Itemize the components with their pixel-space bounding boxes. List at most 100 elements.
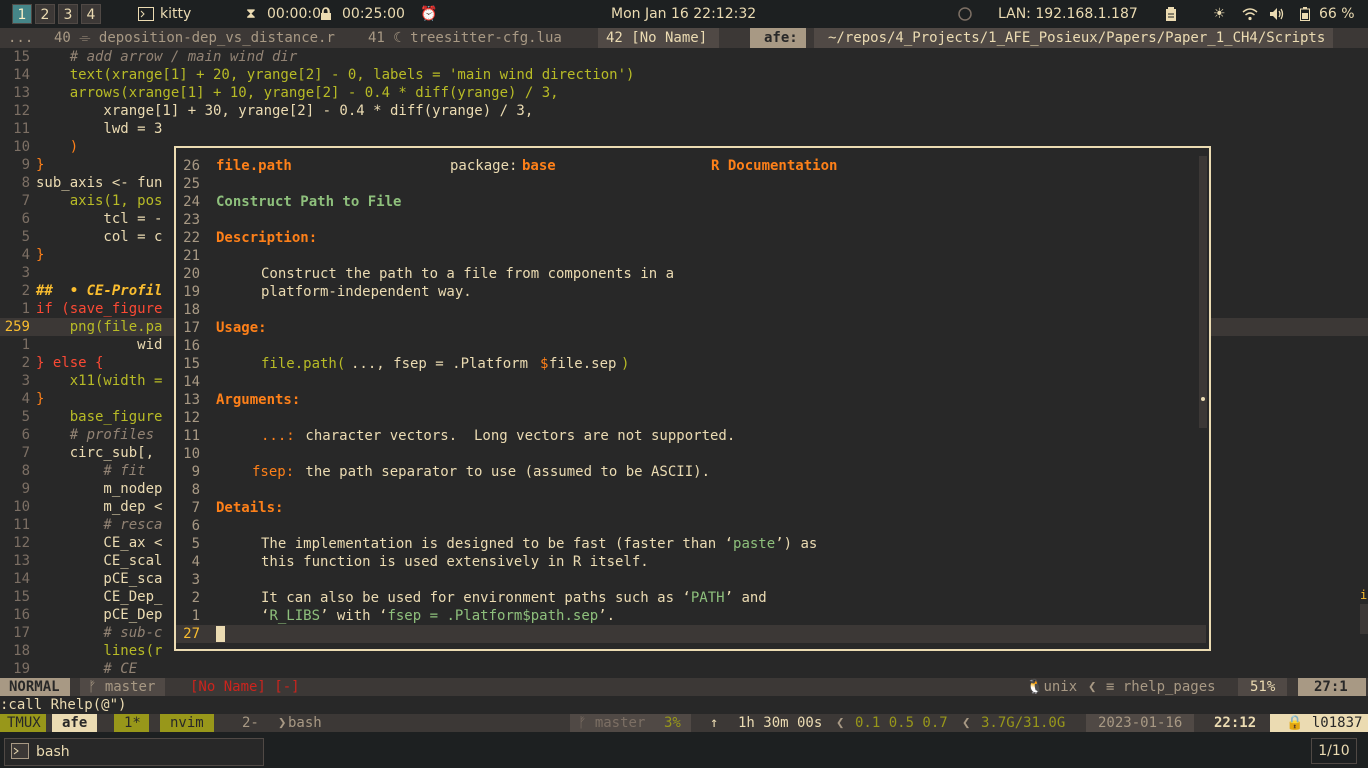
popup-line-number: 7 xyxy=(191,500,200,516)
popup-line-number: 10 xyxy=(183,446,200,462)
volume-icon[interactable] xyxy=(1269,0,1285,28)
line-number: 15 xyxy=(13,49,30,65)
workspace-1[interactable]: 1 xyxy=(12,4,32,24)
tabline-overflow[interactable]: ... xyxy=(8,28,33,48)
code-line: circ_sub[, xyxy=(36,445,155,461)
arg-desc: character vectors. Long vectors are not … xyxy=(297,428,736,444)
tmux-date: 2023-01-16 xyxy=(1086,714,1195,732)
popup-scrollbar[interactable] xyxy=(1199,156,1207,428)
code-line: m_dep < xyxy=(36,499,163,515)
terminal-icon xyxy=(138,0,154,28)
code-line: lines(r xyxy=(36,643,163,659)
line-number: 10 xyxy=(13,139,30,155)
tab-treesitter[interactable]: 41 ☾ treesitter-cfg.lua xyxy=(368,28,562,48)
battery-percent: 66 % xyxy=(1319,6,1355,22)
brightness-icon[interactable]: ☀ xyxy=(1213,0,1226,28)
line-number: 19 xyxy=(13,661,30,677)
top-bar: 1 2 3 4 kitty ⧗ 00:00:00 00:25:00 ⏰ Mon … xyxy=(0,0,1368,28)
popup-scroll-thumb[interactable] xyxy=(1201,397,1205,401)
scroll-percent: 51% xyxy=(1238,678,1288,696)
code-line: ## • CE-Profil xyxy=(36,283,163,299)
code-line: # fit xyxy=(36,463,146,479)
usage-args: ..., fsep = .Platform xyxy=(351,356,529,372)
file-type: ≡ rhelp_pages xyxy=(1106,679,1216,695)
popup-line-number: 26 xyxy=(183,158,200,174)
current-line-number: 259 xyxy=(4,319,30,335)
tmux-uptime: 1h 30m 00s xyxy=(738,715,823,731)
workspace-4[interactable]: 4 xyxy=(81,4,101,24)
popup-line-number: 6 xyxy=(191,518,200,534)
arg-name: ...: xyxy=(261,428,295,444)
code-line: axis(1, pos xyxy=(36,193,163,209)
edge-scrollbar[interactable] xyxy=(1360,604,1368,634)
code-line-current: png(file.pa xyxy=(36,319,163,335)
tmux-window-1-index[interactable]: 1* xyxy=(114,714,149,732)
command-line[interactable]: :call Rhelp(@") xyxy=(0,696,1368,714)
line-number: 5 xyxy=(21,229,30,245)
code-line: text(xrange[1] + 20, yrange[2] - 0, labe… xyxy=(36,67,635,83)
popup-line-number: 5 xyxy=(191,536,200,552)
tab-deposition[interactable]: 40 ⌯ deposition-dep_vs_distance.r xyxy=(54,28,335,48)
workspace-3[interactable]: 3 xyxy=(58,4,78,24)
popup-line-number: 21 xyxy=(183,248,200,264)
code-line: tcl = - xyxy=(36,211,163,227)
line-number: 17 xyxy=(13,625,30,641)
line-number: 11 xyxy=(13,121,30,137)
workspace-2[interactable]: 2 xyxy=(35,4,55,24)
separator-icon: ❯ xyxy=(278,715,287,731)
lock-icon xyxy=(320,0,332,28)
code-line: if (save_figure xyxy=(36,301,163,317)
code-line: } xyxy=(36,157,45,173)
popup-line-number: 16 xyxy=(183,338,200,354)
rhelp-floating-window[interactable]: 26 25 24 23 22 21 20 19 18 17 16 15 14 1… xyxy=(174,146,1211,651)
taskbar: bash 1/10 xyxy=(0,732,1368,768)
active-app-name: kitty xyxy=(160,6,192,22)
workspace-pager[interactable]: 1/10 xyxy=(1311,738,1357,764)
line-number: 10 xyxy=(13,499,30,515)
taskbar-task-bash[interactable]: bash xyxy=(4,738,264,766)
popup-line-number: 3 xyxy=(191,572,200,588)
code-line: arrows(xrange[1] + 10, yrange[2] - 0.4 *… xyxy=(36,85,559,101)
details-line: It can also be used for environment path… xyxy=(261,590,767,606)
vim-statusline: NORMAL ᚠ master [No Name] [-] 🐧 unix ❮ ≡… xyxy=(0,678,1368,696)
code-line: # CE xyxy=(36,661,138,677)
tmux-git-branch: ᚠ master xyxy=(570,714,656,732)
code-line: CE_scal xyxy=(36,553,163,569)
tmux-window-1-name[interactable]: nvim xyxy=(160,714,214,732)
popup-line-number: 23 xyxy=(183,212,200,228)
tmux-session: afe xyxy=(52,714,98,732)
code-line: # profiles xyxy=(36,427,155,443)
line-number: 18 xyxy=(13,643,30,659)
alarm-clock-icon[interactable]: ⏰ xyxy=(420,0,437,28)
clock-datetime[interactable]: Mon Jan 16 22:12:32 xyxy=(611,0,756,28)
line-number: 2 xyxy=(21,283,30,299)
popup-current-line-number: 27 xyxy=(183,626,200,642)
code-line: ) xyxy=(36,139,79,155)
wifi-icon[interactable] xyxy=(1242,0,1258,28)
line-number: 9 xyxy=(21,157,30,173)
tmux-memory: 3.7G/31.0G xyxy=(981,715,1066,731)
tmux-host: 🔒 l01837 xyxy=(1270,714,1368,732)
tab-no-name[interactable]: 42 [No Name] xyxy=(598,28,720,48)
help-package-label: package: xyxy=(450,158,518,174)
arg-name: fsep: xyxy=(252,464,295,480)
popup-line-number: 11 xyxy=(183,428,200,444)
section-usage: Usage: xyxy=(216,320,267,336)
popup-line-number: 15 xyxy=(183,356,200,372)
line-number: 13 xyxy=(13,85,30,101)
help-topic: file.path xyxy=(216,158,292,174)
arg-desc: the path separator to use (assumed to be… xyxy=(297,464,711,480)
line-number: 2 xyxy=(21,355,30,371)
clipboard-icon[interactable] xyxy=(1165,0,1177,28)
line-number: 7 xyxy=(21,445,30,461)
buffer-name: [No Name] [-] xyxy=(190,679,300,695)
code-line: # resca xyxy=(36,517,163,533)
popup-line-number: 14 xyxy=(183,374,200,390)
tmux-window-2-index[interactable]: 2- xyxy=(242,714,259,732)
usage-function: file.path( xyxy=(261,356,346,372)
line-number: 13 xyxy=(13,553,30,569)
code-line: xrange[1] + 30, yrange[2] - 0.4 * diff(y… xyxy=(36,103,534,119)
terminal-icon xyxy=(11,743,29,763)
tmux-window-2-name[interactable]: bash xyxy=(288,714,322,732)
popup-line-number: 19 xyxy=(183,284,200,300)
